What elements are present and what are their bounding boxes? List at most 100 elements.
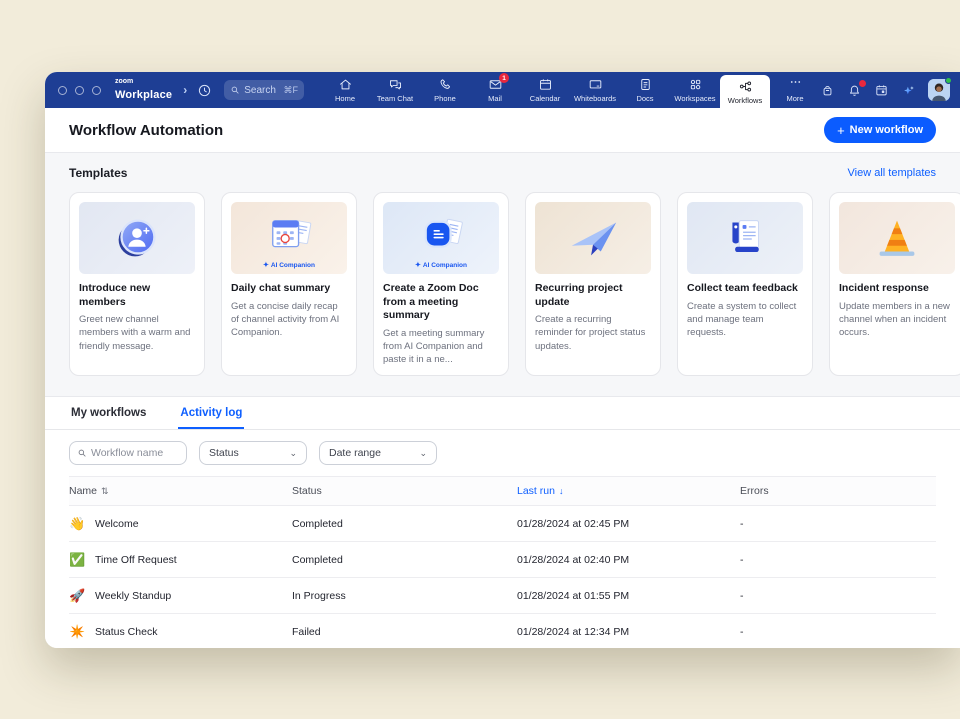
template-card-zoom-doc-from-summary[interactable]: ✦ AI Companion Create a Zoom Doc from a … bbox=[373, 192, 509, 376]
last-run-cell: 01/28/2024 at 12:34 PM bbox=[517, 626, 740, 638]
template-card-daily-chat-summary[interactable]: ✦ AI Companion Daily chat summary Get a … bbox=[221, 192, 357, 376]
errors-cell: - bbox=[740, 590, 936, 602]
table-row[interactable]: 🚀Weekly Standup In Progress 01/28/2024 a… bbox=[69, 578, 936, 614]
ai-spark-icon: ✦ bbox=[415, 261, 421, 269]
main-nav: Home Team Chat Phone Mail 1 Calendar bbox=[320, 72, 820, 108]
search-icon bbox=[77, 448, 87, 458]
chevron-right-icon[interactable]: › bbox=[183, 83, 187, 97]
presence-dot bbox=[945, 77, 952, 84]
chevron-down-icon: ⌄ bbox=[419, 448, 427, 459]
workflow-name: Weekly Standup bbox=[95, 590, 171, 602]
workflow-name-search[interactable] bbox=[69, 441, 187, 465]
more-icon bbox=[788, 77, 803, 92]
template-card-collect-team-feedback[interactable]: Collect team feedback Create a system to… bbox=[677, 192, 813, 376]
nav-team-chat[interactable]: Team Chat bbox=[370, 72, 420, 108]
topbar-right-icons bbox=[820, 79, 950, 101]
nav-home[interactable]: Home bbox=[320, 72, 370, 108]
ai-companion-badge: ✦ AI Companion bbox=[415, 261, 467, 269]
errors-cell: - bbox=[740, 626, 936, 638]
workflow-name: Time Off Request bbox=[95, 554, 177, 566]
paper-plane-illustration bbox=[535, 202, 651, 274]
window-controls[interactable] bbox=[58, 86, 101, 95]
workflow-name: Status Check bbox=[95, 626, 157, 638]
template-cards: Introduce new members Greet new channel … bbox=[69, 192, 936, 376]
nav-phone[interactable]: Phone bbox=[420, 72, 470, 108]
new-workflow-button[interactable]: + New workflow bbox=[824, 117, 936, 143]
ai-spark-icon: ✦ bbox=[263, 261, 269, 269]
workflow-emoji-icon: 👋 bbox=[69, 516, 85, 532]
ai-companion-badge: ✦ AI Companion bbox=[263, 261, 315, 269]
status-filter-dropdown[interactable]: Status ⌄ bbox=[199, 441, 307, 465]
workspaces-icon bbox=[688, 77, 703, 92]
nav-workflows[interactable]: Workflows bbox=[720, 75, 770, 108]
card-title: Create a Zoom Doc from a meeting summary bbox=[383, 282, 499, 323]
filters-bar: Status ⌄ Date range ⌄ bbox=[45, 430, 960, 476]
top-bar: zoom Workplace › Search ⌘F Home Team Cha… bbox=[45, 72, 960, 108]
calendar-icon bbox=[538, 77, 553, 92]
plus-icon: + bbox=[837, 124, 845, 137]
table-header-row: Name ⇅ Status Last run ↓ Errors bbox=[69, 476, 936, 506]
workflow-emoji-icon: ✅ bbox=[69, 552, 85, 568]
search-shortcut: ⌘F bbox=[284, 85, 299, 96]
card-description: Greet new channel members with a warm an… bbox=[79, 313, 195, 352]
workflow-emoji-icon: 🚀 bbox=[69, 588, 85, 604]
column-header-name[interactable]: Name ⇅ bbox=[69, 485, 292, 497]
search-placeholder: Search bbox=[244, 85, 276, 96]
schedule-icon[interactable] bbox=[874, 83, 889, 98]
tab-my-workflows[interactable]: My workflows bbox=[69, 397, 148, 429]
table-row[interactable]: ✴️Status Check Failed 01/28/2024 at 12:3… bbox=[69, 614, 936, 648]
template-card-recurring-project-update[interactable]: Recurring project update Create a recurr… bbox=[525, 192, 661, 376]
nav-mail[interactable]: Mail 1 bbox=[470, 72, 520, 108]
incident-cone-illustration bbox=[839, 202, 955, 274]
phone-icon bbox=[438, 77, 453, 92]
window-maximize-button[interactable] bbox=[92, 86, 101, 95]
card-title: Recurring project update bbox=[535, 282, 651, 309]
sort-icon: ⇅ bbox=[101, 486, 109, 497]
card-title: Collect team feedback bbox=[687, 282, 803, 296]
last-run-cell: 01/28/2024 at 02:45 PM bbox=[517, 518, 740, 530]
template-card-incident-response[interactable]: Incident response Update members in a ne… bbox=[829, 192, 960, 376]
last-run-cell: 01/28/2024 at 01:55 PM bbox=[517, 590, 740, 602]
nav-calendar[interactable]: Calendar bbox=[520, 72, 570, 108]
date-range-filter-dropdown[interactable]: Date range ⌄ bbox=[319, 441, 437, 465]
global-search-input[interactable]: Search ⌘F bbox=[224, 80, 304, 100]
contact-center-icon[interactable] bbox=[820, 83, 835, 98]
nav-whiteboards[interactable]: Whiteboards bbox=[570, 72, 620, 108]
ai-companion-icon[interactable] bbox=[901, 83, 916, 98]
table-row[interactable]: 👋Welcome Completed 01/28/2024 at 02:45 P… bbox=[69, 506, 936, 542]
chat-icon bbox=[388, 77, 403, 92]
card-description: Create a recurring reminder for project … bbox=[535, 313, 651, 352]
table-row[interactable]: ✅Time Off Request Completed 01/28/2024 a… bbox=[69, 542, 936, 578]
window-minimize-button[interactable] bbox=[75, 86, 84, 95]
notification-dot bbox=[859, 80, 866, 87]
workflow-emoji-icon: ✴️ bbox=[69, 624, 85, 640]
card-description: Create a system to collect and manage te… bbox=[687, 300, 803, 339]
status-cell: Completed bbox=[292, 554, 517, 566]
view-all-templates-link[interactable]: View all templates bbox=[848, 167, 936, 179]
daily-chat-summary-illustration: ✦ AI Companion bbox=[231, 202, 347, 274]
user-avatar[interactable] bbox=[928, 79, 950, 101]
column-header-status: Status bbox=[292, 485, 517, 497]
notifications-bell-icon[interactable] bbox=[847, 83, 862, 98]
card-description: Update members in a new channel when an … bbox=[839, 300, 955, 339]
templates-heading: Templates bbox=[69, 166, 127, 180]
workflow-name-input[interactable] bbox=[91, 447, 179, 459]
card-description: Get a concise daily recap of channel act… bbox=[231, 300, 347, 339]
window-close-button[interactable] bbox=[58, 86, 67, 95]
nav-docs[interactable]: Docs bbox=[620, 72, 670, 108]
templates-section: Templates View all templates Introduce n… bbox=[45, 152, 960, 397]
chevron-down-icon: ⌄ bbox=[289, 448, 297, 459]
tab-activity-log[interactable]: Activity log bbox=[178, 397, 244, 429]
nav-workspaces[interactable]: Workspaces bbox=[670, 72, 720, 108]
nav-more[interactable]: More bbox=[770, 72, 820, 108]
history-icon[interactable] bbox=[197, 83, 212, 98]
page-title: Workflow Automation bbox=[69, 122, 223, 139]
workflows-icon bbox=[738, 79, 753, 94]
template-card-introduce-new-members[interactable]: Introduce new members Greet new channel … bbox=[69, 192, 205, 376]
card-description: Get a meeting summary from AI Companion … bbox=[383, 327, 499, 366]
mail-badge: 1 bbox=[499, 73, 509, 83]
search-icon bbox=[230, 85, 240, 95]
errors-cell: - bbox=[740, 554, 936, 566]
column-header-last-run[interactable]: Last run ↓ bbox=[517, 485, 740, 497]
activity-log-table: Name ⇅ Status Last run ↓ Errors 👋Welcome… bbox=[45, 476, 960, 648]
